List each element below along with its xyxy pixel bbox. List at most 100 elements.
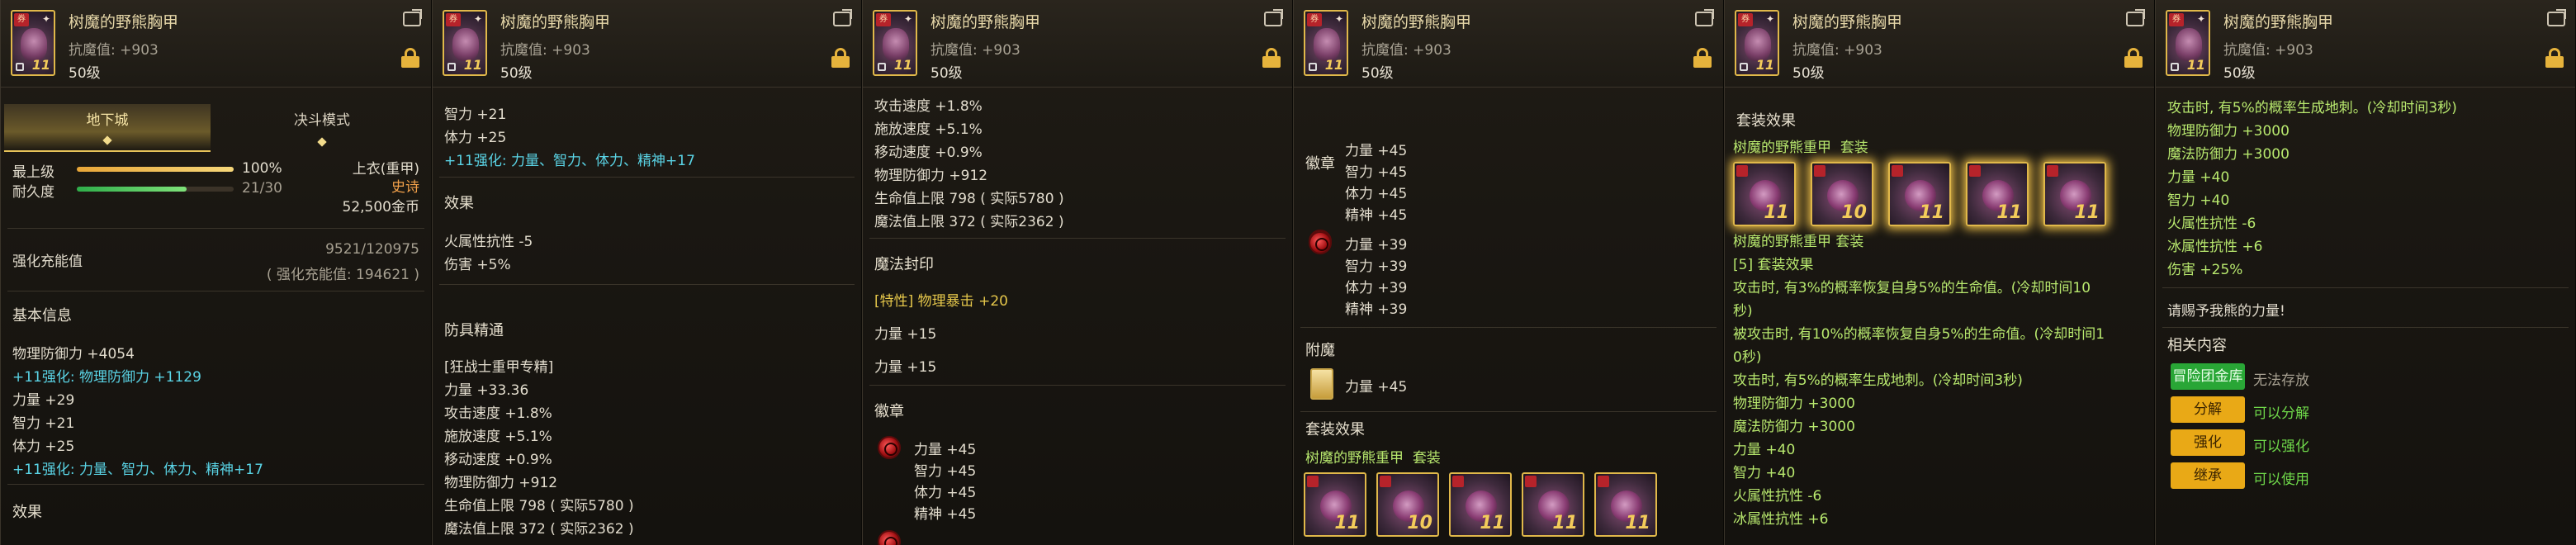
divider	[7, 484, 424, 485]
set-item-icon[interactable]: 10	[1376, 472, 1439, 537]
set-item-icon[interactable]: 11	[1966, 162, 2029, 226]
set-title: 套装效果	[1736, 112, 1796, 130]
share-icon[interactable]	[2547, 9, 2566, 26]
set-item-icon[interactable]: 11	[1888, 162, 1951, 226]
set-item-icon[interactable]: 11	[1594, 472, 1657, 537]
enhance-value: 9521/120975	[325, 241, 419, 258]
item-name: 树魔的野熊胸甲	[500, 13, 611, 31]
related-title: 相关内容	[2167, 337, 2227, 354]
set-num: 11	[1334, 513, 1360, 533]
item-header: 券 ✦ 11 树魔的野熊胸甲 抗魔值: +903 50级	[1, 0, 431, 88]
set-item-icon[interactable]: 11	[2043, 162, 2106, 226]
emblem-line: 力量 +45	[1345, 143, 1408, 159]
lock-icon[interactable]	[831, 48, 850, 68]
set-num: 11	[1552, 513, 1578, 533]
disassemble-button[interactable]: 分解	[2171, 396, 2245, 423]
set-name-text: 树魔的野熊重甲	[1733, 140, 1831, 156]
emblem-line: 体力 +45	[914, 485, 977, 501]
inherit-button[interactable]: 继承	[2171, 462, 2245, 489]
divider	[439, 284, 855, 285]
resist-value: 抗魔值: +903	[500, 42, 590, 59]
divider	[1300, 327, 1717, 328]
stat-line: 智力 +21	[12, 415, 75, 432]
tag-icon	[1307, 476, 1319, 487]
bear-armor-icon: 券 ✦ 11	[1735, 10, 1779, 76]
mastery-line: 攻击速度 +1.8%	[444, 405, 552, 422]
emblem-line: 力量 +39	[1345, 237, 1408, 254]
set-effect-line: 物理防御力 +3000	[1733, 396, 1855, 412]
share-icon[interactable]	[2126, 9, 2145, 26]
set-effect-line: 火属性抗性 -6	[1733, 488, 1822, 505]
stat-line: 攻击速度 +1.8%	[874, 98, 983, 115]
stat-line: 体力 +25	[12, 438, 75, 455]
tag-icon: 券	[446, 13, 461, 26]
emblem-line: 智力 +45	[914, 463, 977, 480]
mark-icon: ✦	[1765, 13, 1774, 25]
tooltip-panel-4: 券 ✦ 11 树魔的野熊胸甲 抗魔值: +903 50级 徽章 力量 +45 智力 …	[1293, 0, 1724, 545]
tag-icon: 券	[876, 13, 891, 26]
tag-icon: 券	[1738, 13, 1753, 26]
red-emblem-icon	[1309, 231, 1332, 254]
mastery-title: 防具精通	[444, 322, 504, 339]
emblem-line: 力量 +45	[914, 442, 977, 458]
lock-icon[interactable]	[2124, 48, 2143, 68]
divider	[439, 177, 855, 178]
set-item-icon[interactable]: 11	[1522, 472, 1584, 537]
set-item-icon[interactable]: 11	[1733, 162, 1796, 226]
divider	[869, 238, 1286, 239]
diamond-icon	[102, 135, 112, 145]
share-icon[interactable]	[833, 9, 852, 26]
effect-title: 效果	[444, 195, 474, 212]
tag-icon: 券	[1307, 13, 1322, 26]
set-item-icon[interactable]: 11	[1304, 472, 1366, 537]
item-name: 树魔的野熊胸甲	[930, 13, 1041, 31]
share-icon[interactable]	[1695, 9, 1714, 26]
adventure-vault-desc: 无法存放	[2253, 372, 2309, 389]
emblem-title: 徽章	[874, 403, 904, 420]
resist-value: 抗魔值: +903	[930, 42, 1020, 59]
effect-line: 伤害 +5%	[444, 257, 511, 273]
divider	[2162, 327, 2569, 328]
small-lock-icon	[16, 63, 24, 71]
emblem-title: 徽章	[1305, 155, 1335, 173]
tab-dungeon[interactable]: 地下城	[4, 104, 211, 152]
set-num: 11	[1480, 513, 1505, 533]
mastery-tag: [狂战士重甲专精]	[444, 359, 554, 376]
resist-value: 抗魔值: +903	[1361, 42, 1451, 59]
tab-duel[interactable]: 决斗模式	[219, 104, 425, 152]
tooltip-panel-1: 券 ✦ 11 树魔的野熊胸甲 抗魔值: +903 50级 地下城 决斗模式 最上级 …	[0, 0, 432, 545]
item-level: 50级	[2223, 65, 2256, 82]
lock-icon[interactable]	[401, 48, 419, 68]
lock-icon[interactable]	[2545, 48, 2564, 68]
share-icon[interactable]	[1264, 9, 1283, 26]
set-effect-line: 智力 +40	[2167, 192, 2230, 209]
enhance-button[interactable]: 强化	[2171, 429, 2245, 456]
share-icon[interactable]	[403, 9, 422, 26]
flavor-quote: 请赐予我熊的力量!	[2167, 303, 2285, 320]
stat-line: +11强化: 力量、智力、体力、精神+17	[12, 462, 263, 478]
set-effect-line: 冰属性抗性 +6	[2167, 239, 2263, 255]
lock-icon[interactable]	[1693, 48, 1712, 68]
set-num: 11	[1919, 202, 1944, 223]
mastery-line: 施放速度 +5.1%	[444, 429, 552, 445]
set-title: 套装效果	[1305, 421, 1365, 438]
item-level: 50级	[1792, 65, 1825, 82]
adventure-vault-button[interactable]: 冒险团金库	[2171, 363, 2245, 390]
set-item-icon[interactable]: 10	[1811, 162, 1873, 226]
stat-line: 物理防御力 +912	[874, 168, 988, 184]
set-suffix: 套装	[1412, 450, 1441, 467]
icon-num: 11	[1755, 57, 1774, 73]
item-header: 券 ✦ 11 树魔的野熊胸甲 抗魔值: +903 50级	[1725, 0, 2154, 88]
bear-armor-icon: 券 ✦ 11	[1304, 10, 1348, 76]
emblem-line: 精神 +45	[914, 506, 977, 523]
mark-icon: ✦	[473, 13, 482, 25]
lock-icon[interactable]	[1262, 48, 1281, 68]
max-level-bar-fill	[77, 167, 234, 172]
set-item-icon[interactable]: 11	[1449, 472, 1512, 537]
icon-num: 11	[893, 57, 912, 73]
inherit-desc: 可以使用	[2253, 472, 2309, 488]
mastery-line: 力量 +33.36	[444, 382, 529, 399]
small-lock-icon	[2171, 63, 2179, 71]
item-icon: 券 ✦ 11	[873, 10, 917, 76]
set-effect-line: 秒)	[1733, 303, 1753, 320]
